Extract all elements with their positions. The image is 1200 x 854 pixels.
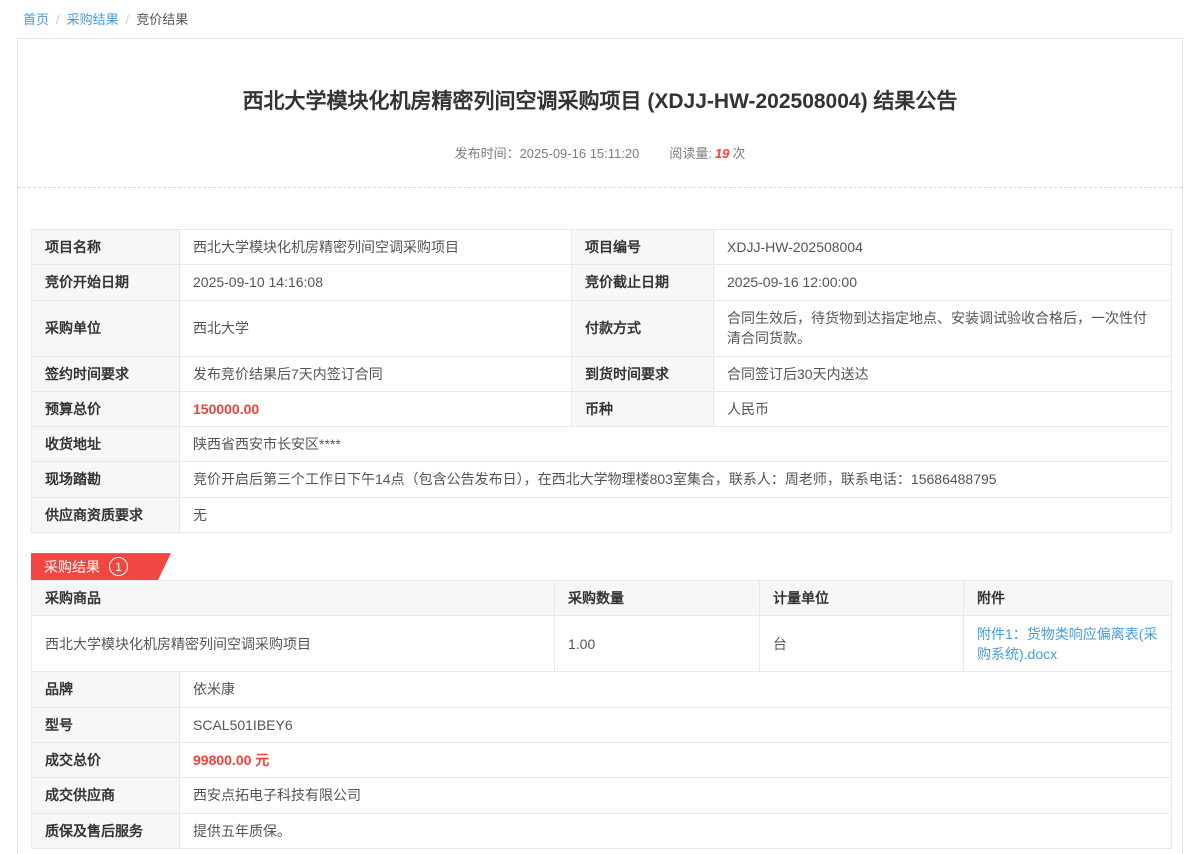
announcement-card: 西北大学模块化机房精密列间空调采购项目 (XDJJ-HW-202508004) … (17, 38, 1183, 854)
table-row: 成交总价 99800.00 元 (32, 742, 1172, 777)
field-value-deal-total-price: 99800.00 元 (180, 742, 1172, 777)
field-label-purchasing-unit: 采购单位 (32, 300, 180, 356)
field-label-delivery-address: 收货地址 (32, 427, 180, 462)
table-row: 采购单位 西北大学 付款方式 合同生效后，待货物到达指定地点、安装调试验收合格后… (32, 300, 1172, 356)
badge-label: 采购结果 (44, 557, 100, 577)
field-value-supplier-qualification: 无 (180, 497, 1172, 532)
goods-table: 采购商品 采购数量 计量单位 附件 西北大学模块化机房精密列间空调采购项目 1.… (31, 580, 1172, 672)
table-row: 竞价开始日期 2025-09-10 14:16:08 竞价截止日期 2025-0… (32, 265, 1172, 300)
views-count: 19 (715, 146, 729, 161)
badge-count: 1 (109, 557, 128, 576)
table-row: 供应商资质要求 无 (32, 497, 1172, 532)
breadcrumb: 首页 / 采购结果 / 竞价结果 (0, 0, 1200, 28)
field-value-purchasing-unit: 西北大学 (180, 300, 572, 356)
table-row: 型号 SCAL501IBEY6 (32, 707, 1172, 742)
field-label-bid-end-date: 竞价截止日期 (572, 265, 714, 300)
field-value-delivery-time: 合同签订后30天内送达 (714, 356, 1172, 391)
field-label-site-survey: 现场踏勘 (32, 462, 180, 497)
field-value-model: SCAL501IBEY6 (180, 707, 1172, 742)
field-label-currency: 币种 (572, 391, 714, 426)
field-value-budget-total: 150000.00 (180, 391, 572, 426)
procurement-result-badge: 采购结果 1 (31, 553, 171, 580)
table-row: 质保及售后服务 提供五年质保。 (32, 813, 1172, 848)
column-header-product: 采购商品 (32, 581, 555, 616)
page-title: 西北大学模块化机房精密列间空调采购项目 (XDJJ-HW-202508004) … (31, 85, 1169, 115)
field-value-warranty-service: 提供五年质保。 (180, 813, 1172, 848)
field-label-budget-total: 预算总价 (32, 391, 180, 426)
column-header-quantity: 采购数量 (555, 581, 760, 616)
column-header-attachment: 附件 (964, 581, 1172, 616)
table-row: 西北大学模块化机房精密列间空调采购项目 1.00 台 附件1：货物类响应偏离表(… (32, 616, 1172, 672)
project-info-table: 项目名称 西北大学模块化机房精密列间空调采购项目 项目编号 XDJJ-HW-20… (31, 229, 1172, 533)
field-label-warranty-service: 质保及售后服务 (32, 813, 180, 848)
field-label-payment-method: 付款方式 (572, 300, 714, 356)
cell-attachment: 附件1：货物类响应偏离表(采购系统).docx (964, 616, 1172, 672)
table-row: 现场踏勘 竞价开启后第三个工作日下午14点（包含公告发布日），在西北大学物理楼8… (32, 462, 1172, 497)
attachment-link[interactable]: 附件1：货物类响应偏离表(采购系统).docx (977, 626, 1157, 662)
breadcrumb-current-bidding-results: 竞价结果 (136, 12, 188, 27)
field-value-bid-start-date: 2025-09-10 14:16:08 (180, 265, 572, 300)
divider (18, 187, 1182, 188)
cell-unit: 台 (760, 616, 964, 672)
field-label-delivery-time: 到货时间要求 (572, 356, 714, 391)
field-label-project-name: 项目名称 (32, 230, 180, 265)
breadcrumb-link-home[interactable]: 首页 (23, 12, 49, 27)
field-value-winning-supplier: 西安点拓电子科技有限公司 (180, 778, 1172, 813)
breadcrumb-link-procurement-results[interactable]: 采购结果 (67, 12, 119, 27)
table-row: 签约时间要求 发布竞价结果后7天内签订合同 到货时间要求 合同签订后30天内送达 (32, 356, 1172, 391)
table-row: 成交供应商 西安点拓电子科技有限公司 (32, 778, 1172, 813)
field-label-model: 型号 (32, 707, 180, 742)
column-header-unit: 计量单位 (760, 581, 964, 616)
field-label-supplier-qualification: 供应商资质要求 (32, 497, 180, 532)
publish-time-value: 2025-09-16 15:11:20 (520, 146, 640, 161)
field-value-brand: 依米康 (180, 672, 1172, 707)
field-value-site-survey: 竞价开启后第三个工作日下午14点（包含公告发布日），在西北大学物理楼803室集合… (180, 462, 1172, 497)
field-value-payment-method: 合同生效后，待货物到达指定地点、安装调试验收合格后，一次性付清合同货款。 (714, 300, 1172, 356)
field-label-project-number: 项目编号 (572, 230, 714, 265)
cell-product-name: 西北大学模块化机房精密列间空调采购项目 (32, 616, 555, 672)
field-label-winning-supplier: 成交供应商 (32, 778, 180, 813)
views-label: 阅读量: (669, 146, 712, 161)
publish-time-label: 发布时间： (455, 146, 520, 161)
table-row: 项目名称 西北大学模块化机房精密列间空调采购项目 项目编号 XDJJ-HW-20… (32, 230, 1172, 265)
field-label-signing-time: 签约时间要求 (32, 356, 180, 391)
result-details-table: 品牌 依米康 型号 SCAL501IBEY6 成交总价 99800.00 元 成… (31, 671, 1172, 848)
cell-quantity: 1.00 (555, 616, 760, 672)
breadcrumb-separator: / (56, 12, 60, 27)
field-value-currency: 人民币 (714, 391, 1172, 426)
table-row: 预算总价 150000.00 币种 人民币 (32, 391, 1172, 426)
publish-meta: 发布时间：2025-09-16 15:11:20 阅读量:19次 (31, 143, 1169, 162)
field-label-bid-start-date: 竞价开始日期 (32, 265, 180, 300)
field-value-project-name: 西北大学模块化机房精密列间空调采购项目 (180, 230, 572, 265)
field-value-bid-end-date: 2025-09-16 12:00:00 (714, 265, 1172, 300)
field-value-signing-time: 发布竞价结果后7天内签订合同 (180, 356, 572, 391)
table-row: 品牌 依米康 (32, 672, 1172, 707)
table-header-row: 采购商品 采购数量 计量单位 附件 (32, 581, 1172, 616)
table-row: 收货地址 陕西省西安市长安区**** (32, 427, 1172, 462)
field-value-delivery-address: 陕西省西安市长安区**** (180, 427, 1172, 462)
views-unit: 次 (732, 146, 745, 161)
field-value-project-number: XDJJ-HW-202508004 (714, 230, 1172, 265)
field-label-brand: 品牌 (32, 672, 180, 707)
field-label-deal-total-price: 成交总价 (32, 742, 180, 777)
breadcrumb-separator: / (126, 12, 130, 27)
